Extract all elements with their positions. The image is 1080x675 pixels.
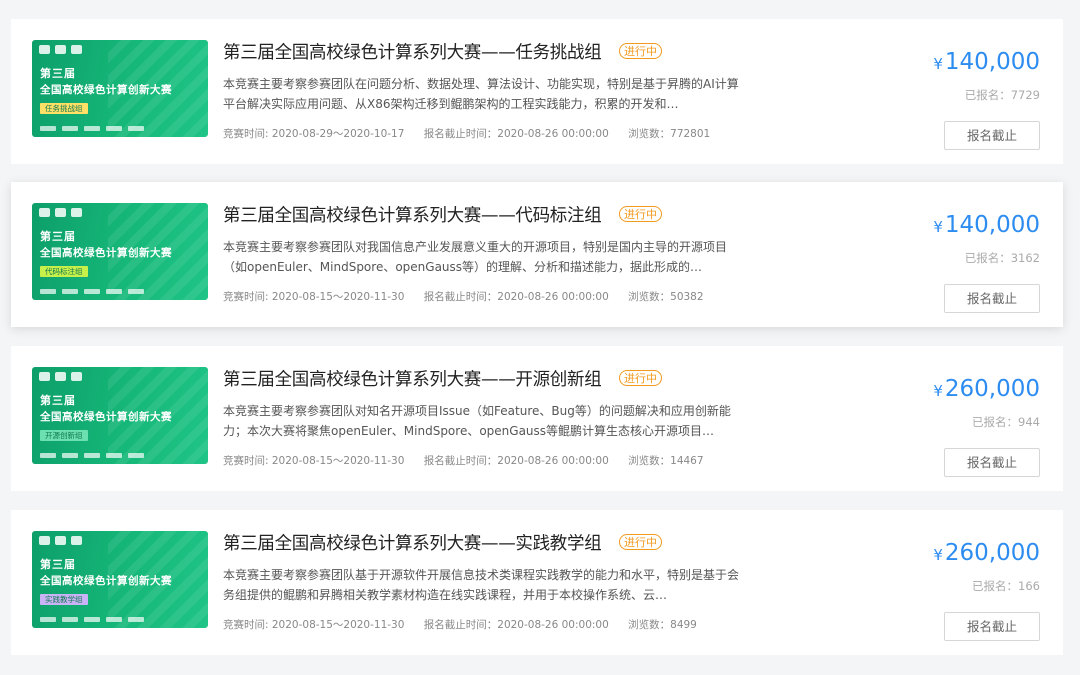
status-badge: 进行中 — [619, 43, 662, 59]
view-count: 浏览数：14467 — [628, 455, 704, 467]
status-badge: 进行中 — [619, 370, 662, 386]
competition-meta: 竞赛时间: 2020-08-29～2020-10-17 报名截止时间：2020-… — [223, 126, 726, 141]
competition-banner-image[interactable]: 第三届 全国高校绿色计算创新大赛 任务挑战组 — [32, 40, 208, 137]
competition-card[interactable]: 第三届 全国高校绿色计算创新大赛 任务挑战组 第三届全国高校绿色计算系列大赛——… — [11, 19, 1063, 164]
currency-symbol: ¥ — [933, 382, 943, 400]
currency-symbol: ¥ — [933, 55, 943, 73]
registration-deadline: 报名截止时间：2020-08-26 00:00:00 — [423, 128, 609, 140]
competition-banner-image[interactable]: 第三届 全国高校绿色计算创新大赛 代码标注组 — [32, 203, 208, 300]
banner-group-tag: 代码标注组 — [40, 266, 88, 277]
banner-group-tag: 实践教学组 — [40, 594, 88, 605]
signup-count: 已报名：166 — [972, 579, 1040, 593]
banner-title: 全国高校绿色计算创新大赛 — [40, 84, 172, 96]
banner-edition: 第三届 — [40, 230, 76, 243]
banner-edition: 第三届 — [40, 558, 76, 571]
competition-description: 本竞赛主要考察参赛团队基于开源软件开展信息技术类课程实践教学的能力和水平，特别是… — [223, 568, 740, 602]
currency-symbol: ¥ — [933, 546, 943, 564]
competition-meta: 竞赛时间: 2020-08-15～2020-11-30 报名截止时间：2020-… — [223, 289, 720, 304]
prize-amount: ¥140,000 — [933, 49, 1040, 75]
competition-time: 竞赛时间: 2020-08-29～2020-10-17 — [223, 128, 405, 140]
competition-meta: 竞赛时间: 2020-08-15～2020-11-30 报名截止时间：2020-… — [223, 453, 720, 468]
view-count: 浏览数：50382 — [628, 291, 704, 303]
status-badge: 进行中 — [619, 206, 662, 222]
banner-title: 全国高校绿色计算创新大赛 — [40, 247, 172, 259]
competition-list: 第三届 全国高校绿色计算创新大赛 任务挑战组 第三届全国高校绿色计算系列大赛——… — [0, 0, 1080, 675]
status-badge: 进行中 — [619, 534, 662, 550]
competition-title[interactable]: 第三届全国高校绿色计算系列大赛——任务挑战组 — [223, 39, 602, 64]
prize-amount: ¥260,000 — [933, 540, 1040, 566]
competition-description: 本竞赛主要考察参赛团队对我国信息产业发展意义重大的开源项目，特别是国内主导的开源… — [223, 240, 728, 274]
competition-banner-image[interactable]: 第三届 全国高校绿色计算创新大赛 实践教学组 — [32, 531, 208, 628]
banner-logos — [39, 372, 82, 381]
signup-count: 已报名：3162 — [964, 251, 1040, 265]
banner-logos — [39, 208, 82, 217]
competition-time: 竞赛时间: 2020-08-15～2020-11-30 — [223, 455, 405, 467]
competition-time: 竞赛时间: 2020-08-15～2020-11-30 — [223, 619, 405, 631]
prize-value: 260,000 — [944, 540, 1040, 566]
prize-value: 260,000 — [944, 376, 1040, 402]
competition-banner-image[interactable]: 第三届 全国高校绿色计算创新大赛 开源创新组 — [32, 367, 208, 464]
competition-description: 本竞赛主要考察参赛团队对知名开源项目Issue（如Feature、Bug等）的问… — [223, 404, 731, 438]
competition-time: 竞赛时间: 2020-08-15～2020-11-30 — [223, 291, 405, 303]
prize-amount: ¥140,000 — [933, 212, 1040, 238]
registration-deadline: 报名截止时间：2020-08-26 00:00:00 — [423, 455, 609, 467]
prize-amount: ¥260,000 — [933, 376, 1040, 402]
banner-edition: 第三届 — [40, 394, 76, 407]
currency-symbol: ¥ — [933, 218, 943, 236]
registration-deadline: 报名截止时间：2020-08-26 00:00:00 — [423, 291, 609, 303]
competition-meta: 竞赛时间: 2020-08-15～2020-11-30 报名截止时间：2020-… — [223, 617, 713, 632]
banner-title: 全国高校绿色计算创新大赛 — [40, 575, 172, 587]
banner-partner-logos — [40, 289, 144, 294]
registration-closed-button[interactable]: 报名截止 — [944, 448, 1040, 477]
banner-partner-logos — [40, 617, 144, 622]
banner-logos — [39, 45, 82, 54]
banner-title: 全国高校绿色计算创新大赛 — [40, 411, 172, 423]
view-count: 浏览数：8499 — [628, 619, 697, 631]
registration-closed-button[interactable]: 报名截止 — [944, 121, 1040, 150]
banner-partner-logos — [40, 126, 144, 131]
banner-logos — [39, 536, 82, 545]
banner-group-tag: 开源创新组 — [40, 430, 88, 441]
registration-closed-button[interactable]: 报名截止 — [944, 284, 1040, 313]
banner-group-tag: 任务挑战组 — [40, 103, 88, 114]
signup-count: 已报名：7729 — [964, 88, 1040, 102]
signup-count: 已报名：944 — [972, 415, 1040, 429]
competition-card[interactable]: 第三届 全国高校绿色计算创新大赛 实践教学组 第三届全国高校绿色计算系列大赛——… — [11, 510, 1063, 655]
registration-closed-button[interactable]: 报名截止 — [944, 612, 1040, 641]
banner-partner-logos — [40, 453, 144, 458]
competition-card[interactable]: 第三届 全国高校绿色计算创新大赛 代码标注组 第三届全国高校绿色计算系列大赛——… — [11, 182, 1063, 327]
banner-edition: 第三届 — [40, 67, 76, 80]
competition-card[interactable]: 第三届 全国高校绿色计算创新大赛 开源创新组 第三届全国高校绿色计算系列大赛——… — [11, 346, 1063, 491]
competition-title[interactable]: 第三届全国高校绿色计算系列大赛——开源创新组 — [223, 366, 602, 391]
view-count: 浏览数：772801 — [628, 128, 711, 140]
competition-description: 本竞赛主要考察参赛团队在问题分析、数据处理、算法设计、功能实现，特别是基于昇腾的… — [223, 77, 739, 111]
registration-deadline: 报名截止时间：2020-08-26 00:00:00 — [423, 619, 609, 631]
prize-value: 140,000 — [944, 49, 1040, 75]
prize-value: 140,000 — [944, 212, 1040, 238]
competition-title[interactable]: 第三届全国高校绿色计算系列大赛——实践教学组 — [223, 530, 602, 555]
competition-title[interactable]: 第三届全国高校绿色计算系列大赛——代码标注组 — [223, 202, 602, 227]
